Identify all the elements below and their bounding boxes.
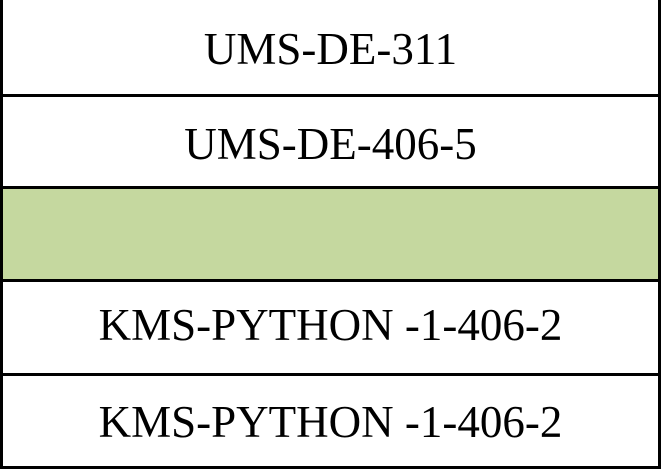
row-divider xyxy=(0,373,661,376)
row-divider xyxy=(0,279,661,282)
cell-text: UMS-DE-406-5 xyxy=(184,119,477,169)
table-row: UMS-DE-311 xyxy=(0,0,661,96)
table-row: KMS-PYTHON -1-406-2 xyxy=(0,281,661,375)
table-row: KMS-PYTHON -1-406-2 xyxy=(0,375,661,469)
highlighted-empty-row xyxy=(0,188,661,281)
cell-text: UMS-DE-311 xyxy=(203,24,458,74)
cell-text: KMS-PYTHON -1-406-2 xyxy=(98,300,563,350)
row-divider xyxy=(0,94,661,97)
row-divider xyxy=(0,186,661,189)
cell-text: KMS-PYTHON -1-406-2 xyxy=(98,397,563,447)
code-table: UMS-DE-311 UMS-DE-406-5 KMS-PYTHON -1-40… xyxy=(0,0,661,469)
table-row: UMS-DE-406-5 xyxy=(0,96,661,188)
